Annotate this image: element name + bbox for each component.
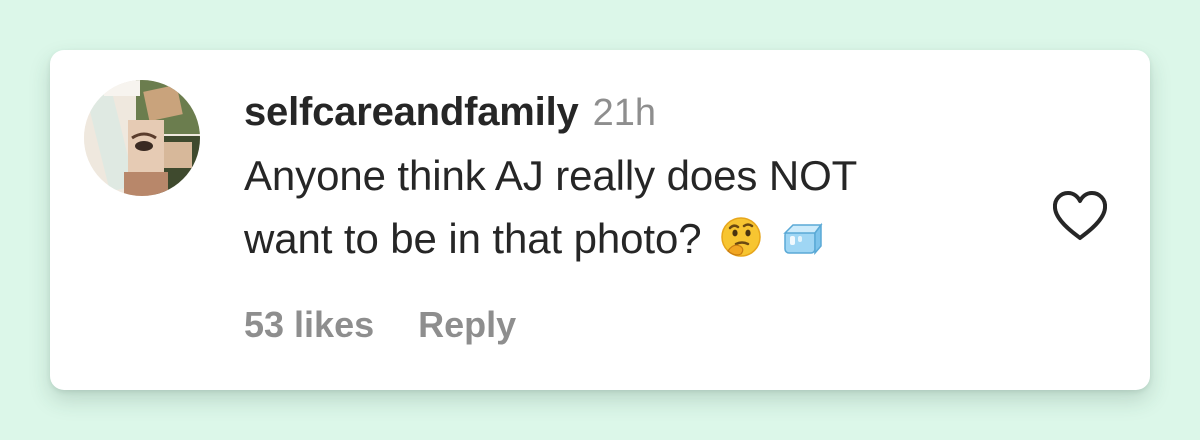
likes-count[interactable]: 53 likes [244, 304, 374, 346]
thinking-face-emoji [719, 215, 763, 259]
heart-icon [1052, 191, 1108, 240]
reply-button[interactable]: Reply [418, 304, 516, 346]
ice-cube-emoji [781, 219, 823, 259]
comment-text: Anyone think AJ really does NOT want to … [244, 144, 1004, 270]
comment-text-line-1: Anyone think AJ really does NOT [244, 152, 858, 199]
avatar[interactable] [84, 80, 200, 196]
comment-body: selfcareandfamily 21h Anyone think AJ re… [244, 90, 1004, 270]
comment-actions: 53 likes Reply [244, 304, 516, 346]
username-link[interactable]: selfcareandfamily [244, 90, 579, 135]
avatar-image [84, 80, 200, 196]
timestamp: 21h [592, 92, 656, 134]
comment-header: selfcareandfamily 21h [244, 90, 1004, 142]
comment-card: selfcareandfamily 21h Anyone think AJ re… [50, 50, 1150, 390]
comment-text-line-2: want to be in that photo? [244, 215, 702, 262]
like-button[interactable] [1050, 188, 1110, 244]
